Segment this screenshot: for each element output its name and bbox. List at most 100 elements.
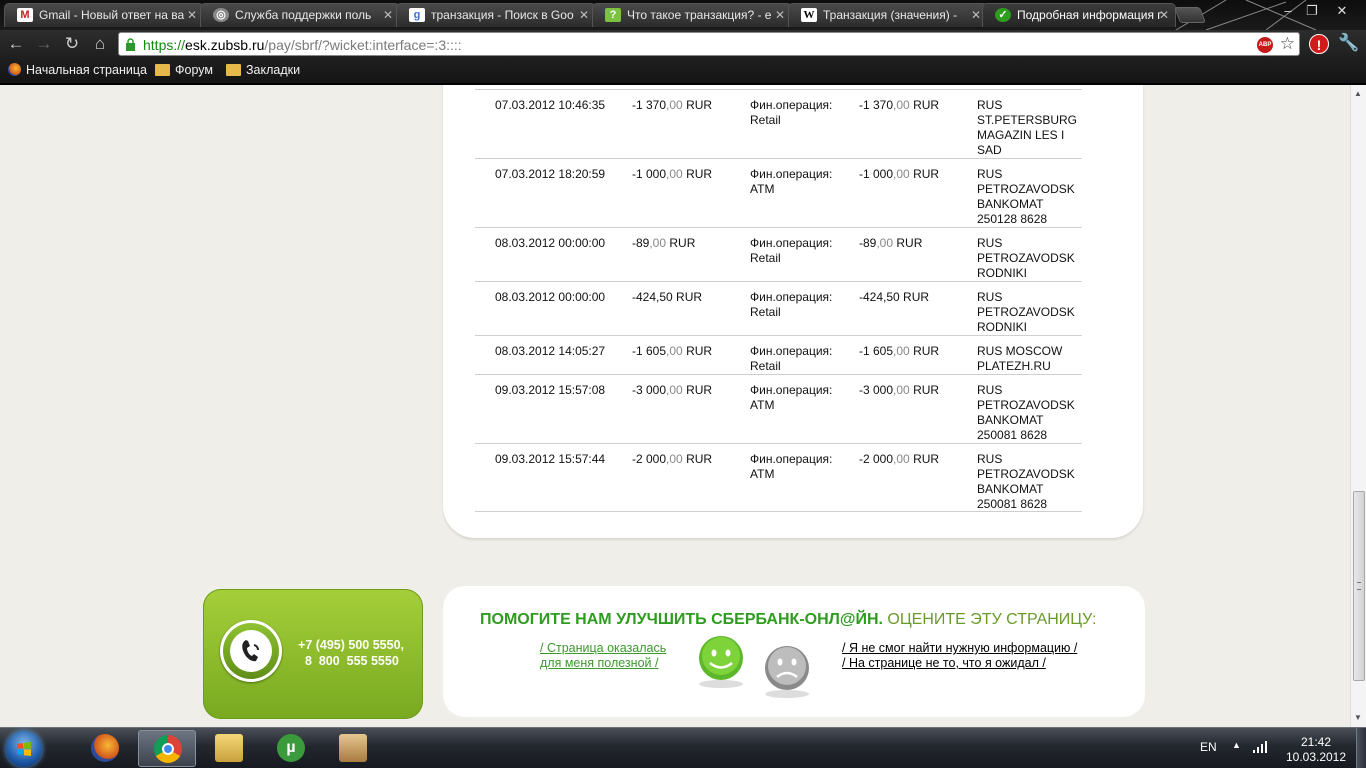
- tab-title: Что такое транзакция? - е: [627, 8, 772, 22]
- clock-time: 21:42: [1300, 735, 1332, 749]
- tab-wikipedia[interactable]: W Транзакция (значения) - ✕: [788, 3, 988, 27]
- sad-face-icon[interactable]: [763, 646, 811, 698]
- network-signal-icon[interactable]: [1252, 740, 1268, 754]
- amount-main: -1 605: [859, 344, 894, 358]
- phone-contact-block: +7 (495) 500 5550, 8 800 555 5550: [203, 589, 423, 719]
- transaction-location: RUS PETROZAVODSK BANKOMAT 250081 8628: [977, 452, 1075, 511]
- close-icon[interactable]: ✕: [971, 4, 981, 26]
- tab-title: транзакция - Поиск в Goo: [431, 8, 574, 22]
- taskbar-firefox[interactable]: [76, 730, 134, 767]
- amount-kopecks: ,00: [893, 383, 910, 397]
- lock-icon: [126, 38, 135, 51]
- rating-not-found-link[interactable]: / Я не смог найти нужную информацию /: [842, 641, 1092, 656]
- amount-main: -89: [632, 236, 650, 250]
- happy-face-icon[interactable]: [697, 636, 745, 688]
- table-row: 08.03.2012 00:00:00 -424,50 RUR Фин.операц…: [475, 281, 1082, 335]
- close-icon[interactable]: ✕: [383, 4, 393, 26]
- close-icon[interactable]: ✕: [775, 4, 785, 26]
- transaction-amount-account: -2 000,00 RUR: [859, 452, 939, 467]
- amount-currency: RUR: [913, 452, 940, 466]
- amount-currency: RUR: [686, 452, 713, 466]
- restore-icon[interactable]: ❐: [1302, 2, 1322, 20]
- amount-kopecks: ,00: [893, 98, 910, 112]
- transaction-amount: -89,00 RUR: [632, 236, 695, 251]
- transaction-amount-account: -1 000,00 RUR: [859, 167, 939, 182]
- tray-arrow-icon[interactable]: ▲: [1232, 740, 1241, 750]
- transaction-amount: -424,50 RUR: [632, 290, 702, 305]
- chrome-icon: [154, 735, 182, 763]
- taskbar-utorrent[interactable]: µ: [262, 730, 320, 767]
- transaction-amount-account: -1 605,00 RUR: [859, 344, 939, 359]
- phone-badge-ring: [223, 623, 279, 679]
- amount-kopecks: ,00: [666, 344, 683, 358]
- tab-title: Gmail - Новый ответ на ва: [39, 8, 185, 22]
- transaction-type: Фин.операция: ATM: [750, 383, 833, 412]
- taskbar-chrome[interactable]: [138, 730, 196, 767]
- table-row: 08.03.2012 00:00:00 -89,00 RUR Фин.операци…: [475, 227, 1082, 281]
- amount-kopecks: ,00: [666, 167, 683, 181]
- rating-title: ПОМОГИТЕ НАМ УЛУЧШИТЬ СБЕРБАНК-ОНЛ@ЙН. О…: [480, 611, 1096, 629]
- sberbank-icon: ✓: [995, 8, 1011, 22]
- amount-currency: RUR: [676, 290, 703, 304]
- language-indicator[interactable]: EN: [1200, 740, 1217, 754]
- amount-currency: RUR: [903, 290, 930, 304]
- start-button[interactable]: [6, 731, 42, 767]
- close-window-icon[interactable]: ✕: [1332, 2, 1352, 20]
- wrench-menu-icon[interactable]: 🔧: [1338, 33, 1359, 53]
- show-desktop-button[interactable]: [1356, 728, 1366, 768]
- tab-gmail[interactable]: M Gmail - Новый ответ на ва ✕: [4, 3, 204, 27]
- tab-support[interactable]: ◎ Служба поддержки поль ✕: [200, 3, 400, 27]
- amount-main: -1 000: [859, 167, 894, 181]
- bookmark-bookmarks[interactable]: Закладки: [226, 63, 300, 77]
- tab-strip: M Gmail - Новый ответ на ва ✕ ◎ Служба п…: [0, 0, 1366, 30]
- transaction-location: RUS PETROZAVODSK RODNIKI: [977, 290, 1075, 334]
- amount-kopecks: ,00: [649, 236, 667, 250]
- amount-kopecks: ,00: [893, 344, 910, 358]
- tab-answers[interactable]: ? Что такое транзакция? - е ✕: [592, 3, 792, 27]
- bookmark-forum[interactable]: Форум: [155, 63, 213, 77]
- phone-handset-icon: [242, 640, 259, 662]
- taskbar-game[interactable]: [324, 730, 382, 767]
- scroll-down-icon[interactable]: ▼: [1354, 713, 1362, 722]
- reload-icon[interactable]: ↻: [62, 34, 82, 54]
- rating-useful-link[interactable]: / Страница оказалась для меня полезной /: [540, 641, 670, 671]
- home-icon[interactable]: ⌂: [90, 34, 110, 54]
- taskbar-explorer[interactable]: [200, 730, 258, 767]
- tab-google-search[interactable]: g транзакция - Поиск в Goo ✕: [396, 3, 596, 27]
- transaction-date: 07.03.2012 10:46:35: [495, 98, 606, 112]
- extension-alert-icon[interactable]: !: [1309, 34, 1329, 54]
- google-icon: g: [409, 8, 425, 22]
- phone-numbers: +7 (495) 500 5550, 8 800 555 5550: [298, 638, 404, 668]
- close-icon[interactable]: ✕: [187, 4, 197, 26]
- vertical-scrollbar[interactable]: ▲ ▼: [1350, 85, 1366, 727]
- rating-unexpected-link[interactable]: / На странице не то, что я ожидал /: [842, 656, 1092, 671]
- system-clock[interactable]: 21:42 10.03.2012: [1281, 735, 1351, 765]
- amount-currency: RUR: [896, 236, 923, 250]
- folder-icon: [155, 64, 170, 76]
- close-icon[interactable]: ✕: [579, 4, 589, 26]
- back-arrow-icon[interactable]: ←: [6, 34, 26, 54]
- bookmark-start-page[interactable]: Начальная страница: [8, 63, 147, 77]
- phone-badge-inner: [230, 630, 272, 672]
- page-viewport: 07.03.2012 10:46:35 -1 370,00 RUR Фин.опер…: [0, 85, 1350, 727]
- forward-arrow-icon[interactable]: →: [34, 34, 54, 54]
- new-tab-button[interactable]: [1174, 7, 1206, 23]
- bookmark-star-icon[interactable]: ☆: [1280, 34, 1295, 54]
- scroll-up-icon[interactable]: ▲: [1354, 89, 1362, 98]
- transaction-date: 09.03.2012 15:57:44: [495, 452, 606, 466]
- transactions-card: 07.03.2012 10:46:35 -1 370,00 RUR Фин.опер…: [443, 85, 1143, 538]
- adblock-icon[interactable]: ABP: [1257, 37, 1273, 53]
- grip-icon: [1357, 582, 1361, 590]
- transaction-amount-account: -1 370,00 RUR: [859, 98, 939, 113]
- tab-sberbank-active[interactable]: ✓ Подробная информация г ✕: [982, 3, 1176, 27]
- amount-main: -2 000: [632, 452, 667, 466]
- scrollbar-thumb[interactable]: [1353, 491, 1365, 681]
- tab-title: Транзакция (значения) -: [823, 8, 958, 22]
- answers-icon: ?: [605, 8, 621, 22]
- amount-currency: RUR: [913, 383, 940, 397]
- table-row: 07.03.2012 18:20:59 -1 000,00 RUR Фин.опер…: [475, 158, 1082, 227]
- close-icon[interactable]: ✕: [1159, 4, 1169, 26]
- minimize-icon[interactable]: –: [1278, 2, 1298, 20]
- browser-toolbar: ← → ↻ ⌂ https://esk.zubsb.ru/pay/sbrf/?w…: [0, 30, 1366, 58]
- address-bar[interactable]: https://esk.zubsb.ru/pay/sbrf/?wicket:in…: [118, 32, 1300, 56]
